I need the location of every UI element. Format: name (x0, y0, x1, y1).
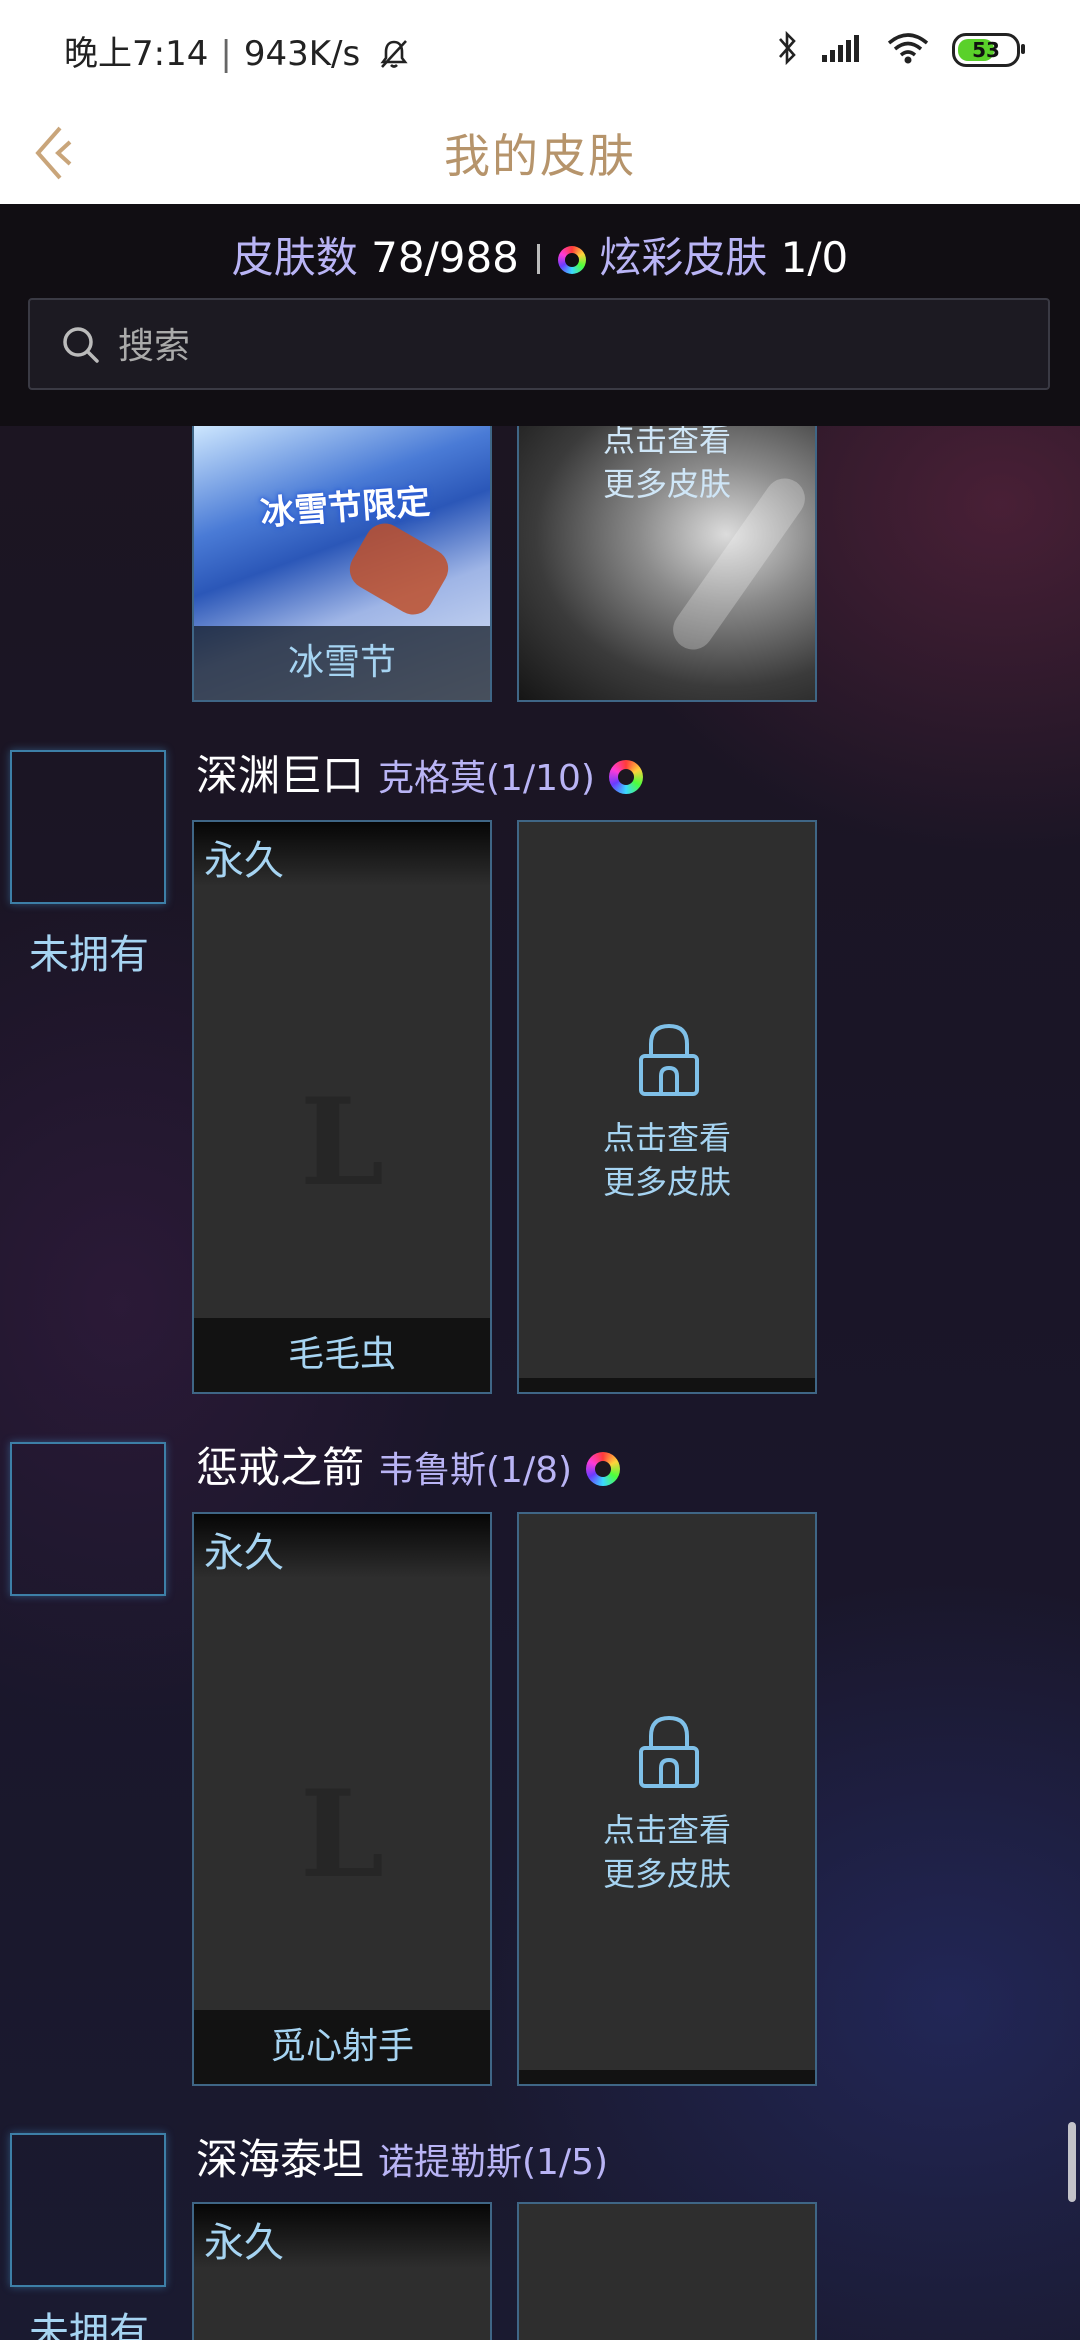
more-skins-line1: 点击查看 (602, 1119, 731, 1157)
ownership-tag: 永久 (204, 838, 284, 884)
battery-icon: 53 (952, 33, 1025, 67)
ownership-status: 未拥有 (29, 932, 149, 978)
skin-card[interactable]: 永久 L 觅心射手 (192, 1512, 492, 2086)
skin-art-detail (342, 516, 456, 622)
signal-icon (820, 33, 864, 67)
skin-card-ice-festival[interactable]: 冰雪节限定 冰雪节 (192, 422, 492, 702)
more-skins-line1: 点击查看 (602, 1811, 731, 1849)
champion-subtitle: 诺提勒斯(1/5) (378, 2142, 609, 2183)
more-skins-text: 点击查看 更多皮肤 (519, 1808, 815, 1896)
stats-divider (536, 244, 540, 274)
scrollbar[interactable] (1068, 2122, 1076, 2202)
chroma-icon (608, 760, 643, 794)
placeholder-logo: L (299, 1072, 385, 1213)
champion-name: 深海泰坦 (196, 2135, 365, 2184)
champion-avatar[interactable] (10, 2133, 166, 2287)
more-skins-line2: 更多皮肤 (602, 1855, 731, 1893)
champion-title: 深海泰坦 诺提勒斯(1/5) (196, 2126, 608, 2187)
main-area: 冰雪节限定 冰雪节 点击查看 更多皮肤 未拥有 深渊巨口 克格莫(1/10) 永久… (0, 204, 1080, 2340)
champion-subtitle: 克格莫(1/10) (378, 758, 595, 799)
battery-level: 53 (972, 38, 1000, 62)
more-skins-text: 点击查看 更多皮肤 (519, 1116, 815, 1204)
more-skins-line1: 点击查看 (602, 422, 731, 459)
skin-name: 觅心射手 (194, 2010, 490, 2084)
more-skins-text: 点击查看 更多皮肤 (519, 422, 815, 506)
champion-title: 惩戒之箭 韦鲁斯(1/8) (196, 1434, 621, 1495)
champion-name: 惩戒之箭 (196, 1443, 365, 1492)
more-skins-card[interactable]: 点击查看 更多皮肤 (517, 1512, 817, 2086)
skin-art-label: 冰雪节限定 (259, 482, 432, 534)
more-skins-card[interactable] (517, 2202, 817, 2340)
chroma-count-value: 1/0 (780, 233, 849, 282)
champion-avatar[interactable] (10, 1442, 166, 1596)
lock-icon (637, 1714, 701, 1794)
more-skins-card[interactable]: 点击查看 更多皮肤 (517, 422, 817, 702)
bell-off-icon (377, 37, 411, 80)
champion-avatar[interactable] (10, 750, 166, 904)
status-left: 晚上7:14 | 943K/s (64, 26, 411, 80)
champion-title: 深渊巨口 克格莫(1/10) (196, 742, 643, 803)
more-skins-line2: 更多皮肤 (602, 1163, 731, 1201)
placeholder-logo: L (299, 1764, 385, 1905)
ownership-status: 未拥有 (29, 2310, 149, 2340)
wifi-icon (886, 31, 930, 69)
skin-list[interactable]: 冰雪节限定 冰雪节 点击查看 更多皮肤 未拥有 深渊巨口 克格莫(1/10) 永久… (0, 204, 1080, 2340)
search-icon (60, 324, 102, 370)
more-skins-line2: 更多皮肤 (602, 465, 731, 503)
ownership-tag: 永久 (204, 2220, 284, 2266)
filter-bar: 皮肤数 78/988 炫彩皮肤 1/0 (0, 204, 1080, 426)
status-right: 53 (776, 26, 1025, 74)
network-speed: 943K/s (243, 34, 361, 74)
app-header: 我的皮肤 (0, 100, 1080, 204)
chroma-icon (586, 1452, 621, 1486)
page-title: 我的皮肤 (444, 129, 636, 183)
clock: 晚上7:14 (64, 34, 209, 74)
lock-icon (637, 1022, 701, 1102)
chroma-icon (557, 246, 586, 274)
ownership-tag: 永久 (204, 1530, 284, 1576)
skin-name: 毛毛虫 (194, 1318, 490, 1392)
champion-name: 深渊巨口 (196, 751, 365, 800)
search-box[interactable] (28, 298, 1050, 390)
search-input[interactable] (116, 316, 1020, 376)
skin-count-label: 皮肤数 (231, 233, 358, 282)
skin-name: 冰雪节 (194, 626, 490, 700)
skin-card[interactable]: 永久 L 毛毛虫 (192, 820, 492, 1394)
skin-stats: 皮肤数 78/988 炫彩皮肤 1/0 (0, 224, 1080, 285)
status-separator: | (220, 34, 232, 74)
skin-count-value: 78/988 (371, 233, 519, 282)
champion-subtitle: 韦鲁斯(1/8) (378, 1450, 573, 1491)
bluetooth-icon (776, 30, 798, 70)
status-bar: 晚上7:14 | 943K/s 53 (0, 0, 1080, 100)
skin-card[interactable]: 永久 (192, 2202, 492, 2340)
more-skins-card[interactable]: 点击查看 更多皮肤 (517, 820, 817, 1394)
chroma-count-label: 炫彩皮肤 (599, 233, 768, 282)
